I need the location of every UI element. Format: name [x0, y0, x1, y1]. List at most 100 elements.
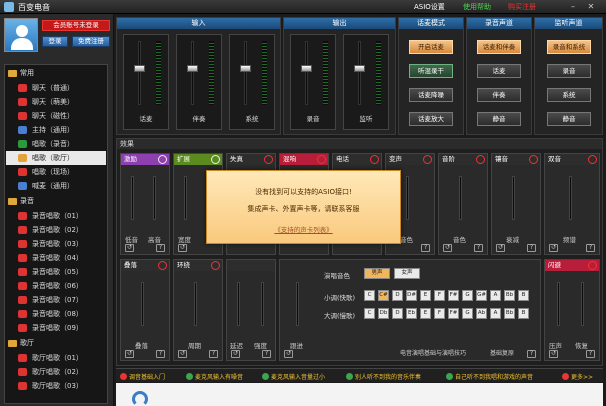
help-icon[interactable]: ?	[421, 244, 430, 252]
fader-knob[interactable]	[187, 65, 198, 72]
fader-track[interactable]	[305, 41, 308, 105]
preset-item[interactable]: 唱歌（录音）	[6, 137, 106, 151]
preset-item[interactable]: 录音唱歌（06）	[6, 279, 106, 293]
fader-track[interactable]	[138, 41, 141, 105]
help-icon[interactable]: ?	[209, 350, 218, 358]
preset-item[interactable]: 录音唱歌（08）	[6, 307, 106, 321]
preset-item[interactable]: 录音唱歌（01）	[6, 209, 106, 223]
fx-slider[interactable]	[184, 176, 187, 220]
power-icon[interactable]	[317, 155, 326, 164]
soundcard-list-link[interactable]: 《支持的声卡列表》	[207, 224, 400, 234]
register-button[interactable]: 免费注册	[72, 36, 110, 47]
male-voice-button[interactable]: 男声	[364, 268, 390, 279]
preset-item[interactable]: 聊天（普通）	[6, 81, 106, 95]
fx-slider[interactable]	[194, 282, 197, 326]
reset-icon[interactable]: ↺	[284, 350, 293, 358]
mic-on-button[interactable]: 开启话麦	[409, 40, 453, 54]
key-button[interactable]: F	[434, 290, 445, 301]
fader-track[interactable]	[244, 41, 247, 105]
help-icon[interactable]: ?	[527, 244, 536, 252]
minimize-icon[interactable]: –	[568, 2, 578, 11]
fx-slider[interactable]	[261, 282, 264, 326]
fx-slider[interactable]	[459, 176, 462, 220]
reset-icon[interactable]: ↺	[443, 244, 452, 252]
asio-settings-link[interactable]: ASIO设置	[414, 2, 445, 12]
tip-link[interactable]: 麦克风输入有噪音	[186, 372, 243, 381]
preset-item[interactable]: 主持（通用）	[6, 123, 106, 137]
login-button[interactable]: 登录	[42, 36, 68, 47]
reset-icon[interactable]: ↺	[125, 350, 134, 358]
power-icon[interactable]	[423, 155, 432, 164]
female-voice-button[interactable]: 女声	[394, 268, 420, 279]
fx-slider[interactable]	[569, 176, 572, 220]
key-button[interactable]: Ab	[476, 308, 487, 319]
monitor-record-button[interactable]: 录音	[547, 64, 591, 78]
key-button[interactable]: E	[420, 290, 431, 301]
avatar[interactable]	[4, 18, 38, 52]
power-icon[interactable]	[588, 261, 597, 270]
fader-knob[interactable]	[301, 65, 312, 72]
reset-icon[interactable]: ↺	[178, 244, 187, 252]
power-icon[interactable]	[211, 155, 220, 164]
tree-scrollbar[interactable]	[107, 130, 108, 220]
fx-slider[interactable]	[237, 282, 240, 326]
tip-link[interactable]: 别人听不到我的音乐伴奏	[346, 372, 421, 381]
preset-item[interactable]: 聊天（磁性）	[6, 109, 106, 123]
preset-item[interactable]: 录音唱歌（09）	[6, 321, 106, 335]
category-common[interactable]: 常用	[6, 67, 106, 80]
reset-base-button[interactable]: 基础复原	[490, 348, 514, 357]
preset-item[interactable]: 录音唱歌（07）	[6, 293, 106, 307]
power-icon[interactable]	[158, 261, 167, 270]
preset-item[interactable]: 歌厅唱歌（01）	[6, 351, 106, 365]
noise-reduce-button[interactable]: 话麦降噪	[409, 88, 453, 102]
fader-track[interactable]	[358, 41, 361, 105]
fx-slider[interactable]	[141, 282, 144, 326]
category-ktv[interactable]: 歌厅	[6, 337, 106, 350]
key-button[interactable]: C	[364, 308, 375, 319]
fader-track[interactable]	[191, 41, 194, 105]
key-button[interactable]: C#	[378, 290, 389, 301]
reset-icon[interactable]: ↺	[496, 244, 505, 252]
fx-slider[interactable]	[557, 282, 560, 326]
help-icon[interactable]: ?	[156, 350, 165, 358]
monitor-mute-button[interactable]: 静音	[547, 112, 591, 126]
monitor-system-button[interactable]: 系统	[547, 88, 591, 102]
account-status[interactable]: 会员账号未登录	[42, 20, 110, 31]
key-button[interactable]: B	[518, 290, 529, 301]
help-icon[interactable]: ?	[527, 350, 536, 358]
key-button[interactable]: Eb	[406, 308, 417, 319]
fader-knob[interactable]	[134, 65, 145, 72]
tip-link[interactable]: 自己听不到我唱和游戏的声音	[446, 372, 533, 381]
tip-link[interactable]: 调音基础入门	[120, 372, 165, 381]
key-button[interactable]: Bb	[504, 308, 515, 319]
preset-item[interactable]: 录音唱歌（05）	[6, 265, 106, 279]
fader-knob[interactable]	[240, 65, 251, 72]
help-icon[interactable]: ?	[262, 350, 271, 358]
preset-item[interactable]: 喊麦（通用）	[6, 179, 106, 193]
key-button[interactable]: G#	[476, 290, 487, 301]
wet-dry-button[interactable]: 听混录干	[409, 64, 453, 78]
help-icon[interactable]: ?	[474, 244, 483, 252]
help-icon[interactable]: ?	[586, 244, 595, 252]
reset-icon[interactable]: ↺	[125, 244, 134, 252]
category-recording[interactable]: 录音	[6, 195, 106, 208]
reset-icon[interactable]: ↺	[178, 350, 187, 358]
power-icon[interactable]	[588, 155, 597, 164]
close-icon[interactable]: ✕	[586, 2, 596, 11]
preset-item[interactable]: 录音唱歌（02）	[6, 223, 106, 237]
reset-icon[interactable]: ↺	[549, 350, 558, 358]
fx-slider[interactable]	[131, 176, 134, 220]
preset-item[interactable]: 歌厅唱歌（03）	[6, 379, 106, 393]
key-button[interactable]: D#	[406, 290, 417, 301]
power-icon[interactable]	[264, 155, 273, 164]
preset-item[interactable]: 聊天（萌美）	[6, 95, 106, 109]
fx-slider[interactable]	[512, 176, 515, 220]
fx-slider[interactable]	[581, 282, 584, 326]
record-mute-button[interactable]: 静音	[477, 112, 521, 126]
key-button[interactable]: A	[490, 290, 501, 301]
power-icon[interactable]	[529, 155, 538, 164]
help-icon[interactable]: ?	[586, 350, 595, 358]
record-mic-button[interactable]: 话麦	[477, 64, 521, 78]
reset-icon[interactable]: ↺	[231, 350, 240, 358]
preset-item[interactable]: 唱歌（现场）	[6, 165, 106, 179]
